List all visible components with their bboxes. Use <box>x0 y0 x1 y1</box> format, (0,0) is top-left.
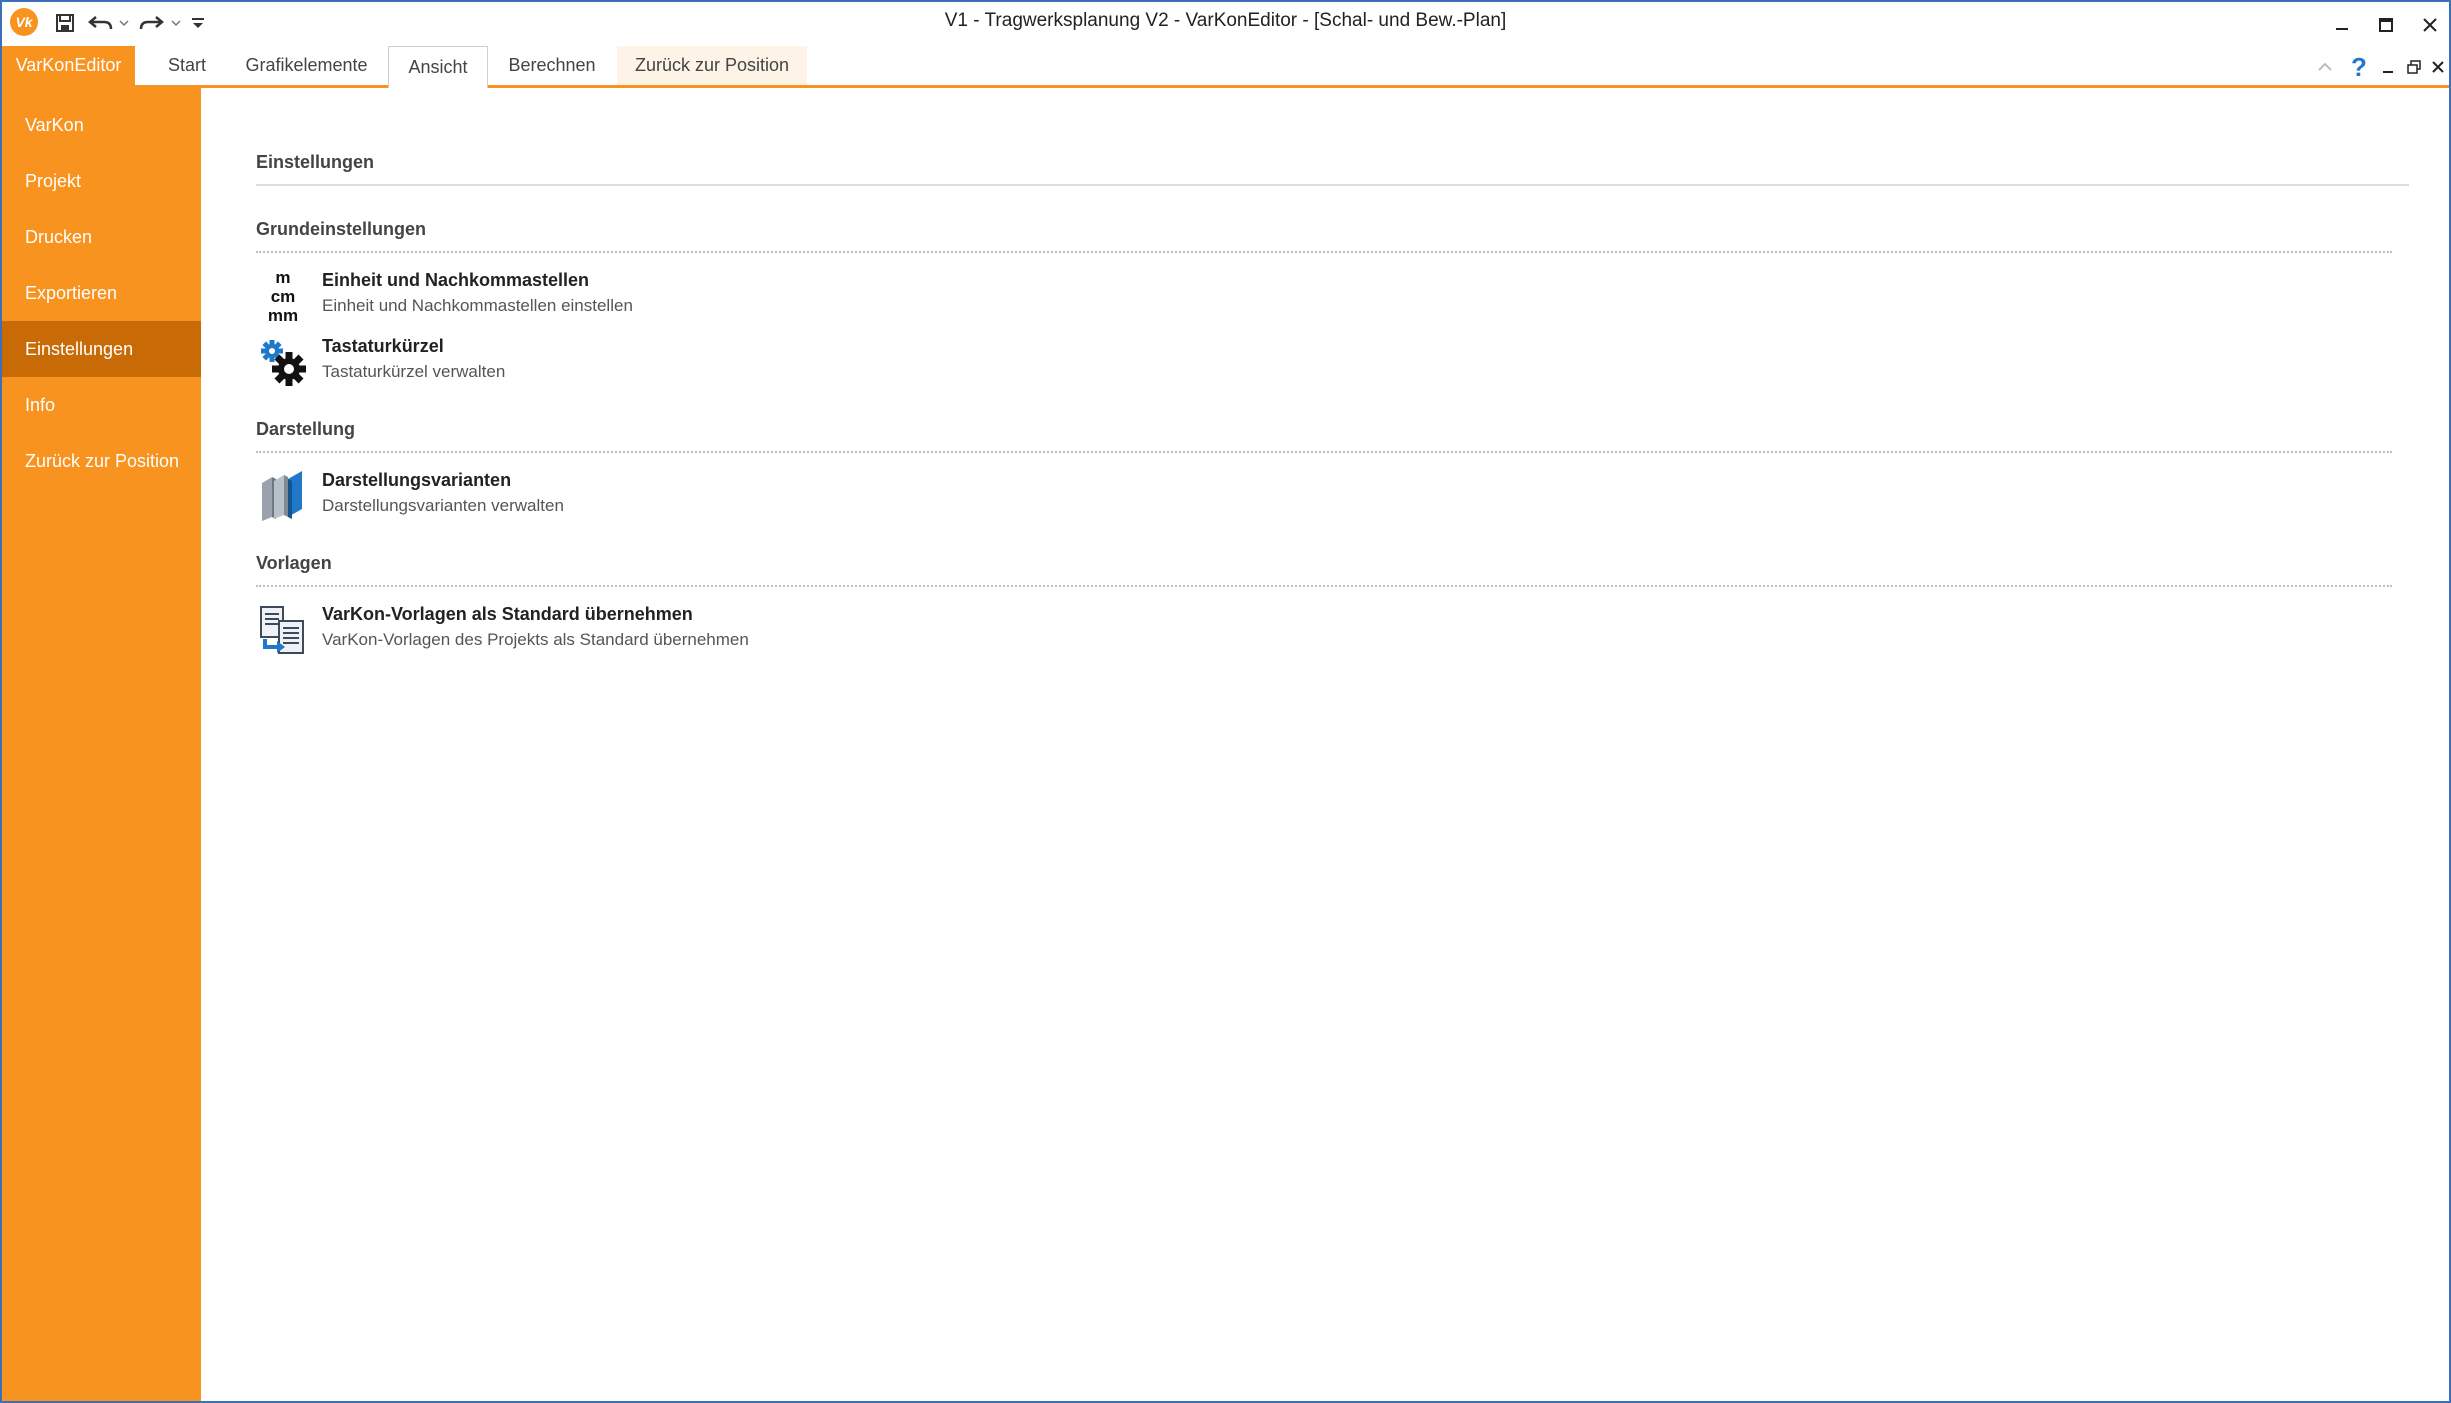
entry-darstellungsvarianten[interactable]: Darstellungsvarianten Darstellungsvarian… <box>256 468 956 528</box>
ribbon-tab-bar: VarKonEditor Start Grafikelemente Ansich… <box>2 46 2449 88</box>
section-divider <box>256 585 2392 587</box>
sidebar-item-projekt[interactable]: Projekt <box>2 153 201 209</box>
minimize-window-button[interactable] <box>2320 6 2364 44</box>
undo-dropdown-icon[interactable] <box>116 6 132 40</box>
page-title: Einstellungen <box>256 152 375 172</box>
document-close-icon[interactable] <box>2426 52 2449 82</box>
redo-dropdown-icon[interactable] <box>168 6 184 40</box>
gears-icon <box>256 334 310 390</box>
document-restore-icon[interactable] <box>2402 52 2426 82</box>
tab-ansicht[interactable]: Ansicht <box>388 46 488 88</box>
redo-icon[interactable] <box>134 6 168 40</box>
collapse-ribbon-icon[interactable] <box>2312 52 2338 82</box>
tab-start[interactable]: Start <box>147 46 227 85</box>
section-title-darstellung: Darstellung <box>256 419 356 439</box>
panels-icon <box>256 468 310 524</box>
sidebar-item-varkon[interactable]: VarKon <box>2 97 201 153</box>
application-window: Vk V1 - Tragwerksplanung V2 - VarKonEdit… <box>0 0 2451 1403</box>
entry-varkon-vorlagen-als-standard[interactable]: VarKon-Vorlagen als Standard übernehmen … <box>256 602 956 662</box>
undo-icon[interactable] <box>84 6 118 40</box>
tab-zurueck-zur-position[interactable]: Zurück zur Position <box>617 46 807 85</box>
sidebar-item-exportieren[interactable]: Exportieren <box>2 265 201 321</box>
units-icon: m cm mm <box>256 267 310 325</box>
entry-title: Darstellungsvarianten <box>322 470 512 490</box>
help-icon[interactable]: ? <box>2346 52 2372 82</box>
entry-description: Tastaturkürzel verwalten <box>322 362 506 381</box>
section-divider <box>256 251 2392 253</box>
tab-grafikelemente[interactable]: Grafikelemente <box>234 46 379 85</box>
tab-varkoneditor[interactable]: VarKonEditor <box>2 46 135 85</box>
sidebar-item-drucken[interactable]: Drucken <box>2 209 201 265</box>
tab-berechnen[interactable]: Berechnen <box>496 46 608 85</box>
sidebar-item-info[interactable]: Info <box>2 377 201 433</box>
section-title-vorlagen: Vorlagen <box>256 553 332 573</box>
entry-description: Einheit und Nachkommastellen einstellen <box>322 296 633 315</box>
entry-title: VarKon-Vorlagen als Standard übernehmen <box>322 604 693 624</box>
units-icon-line-m: m <box>275 267 291 287</box>
sidebar-item-einstellungen[interactable]: Einstellungen <box>2 321 201 377</box>
title-bar: Vk V1 - Tragwerksplanung V2 - VarKonEdit… <box>2 2 2449 46</box>
section-title-grundeinstellungen: Grundeinstellungen <box>256 219 427 239</box>
window-title: V1 - Tragwerksplanung V2 - VarKonEditor … <box>944 10 1507 31</box>
backstage-sidebar: VarKon Projekt Drucken Exportieren Einst… <box>2 88 201 1401</box>
units-icon-line-cm: cm <box>270 286 296 306</box>
document-minimize-icon[interactable] <box>2376 52 2400 82</box>
app-logo-icon[interactable]: Vk <box>10 8 38 36</box>
entry-einheit-und-nachkommastellen[interactable]: m cm mm Einheit und Nachkommastellen Ein… <box>256 268 956 328</box>
section-divider <box>256 451 2392 453</box>
save-icon[interactable] <box>50 6 80 40</box>
sidebar-item-zurueck-zur-position[interactable]: Zurück zur Position <box>2 433 201 489</box>
entry-description: VarKon-Vorlagen des Projekts als Standar… <box>322 630 749 649</box>
main-content: Einstellungen Grundeinstellungen m cm mm… <box>201 88 2449 1401</box>
entry-title: Tastaturkürzel <box>322 336 444 356</box>
entry-description: Darstellungsvarianten verwalten <box>322 496 564 515</box>
title-divider <box>256 184 2409 186</box>
maximize-window-button[interactable] <box>2364 6 2408 44</box>
customize-toolbar-icon[interactable] <box>186 6 210 40</box>
entry-tastaturkuerzel[interactable]: Tastaturkürzel Tastaturkürzel verwalten <box>256 334 956 394</box>
documents-copy-icon <box>256 602 310 658</box>
entry-title: Einheit und Nachkommastellen <box>322 270 590 290</box>
close-window-button[interactable] <box>2408 6 2449 44</box>
units-icon-line-mm: mm <box>267 305 299 325</box>
